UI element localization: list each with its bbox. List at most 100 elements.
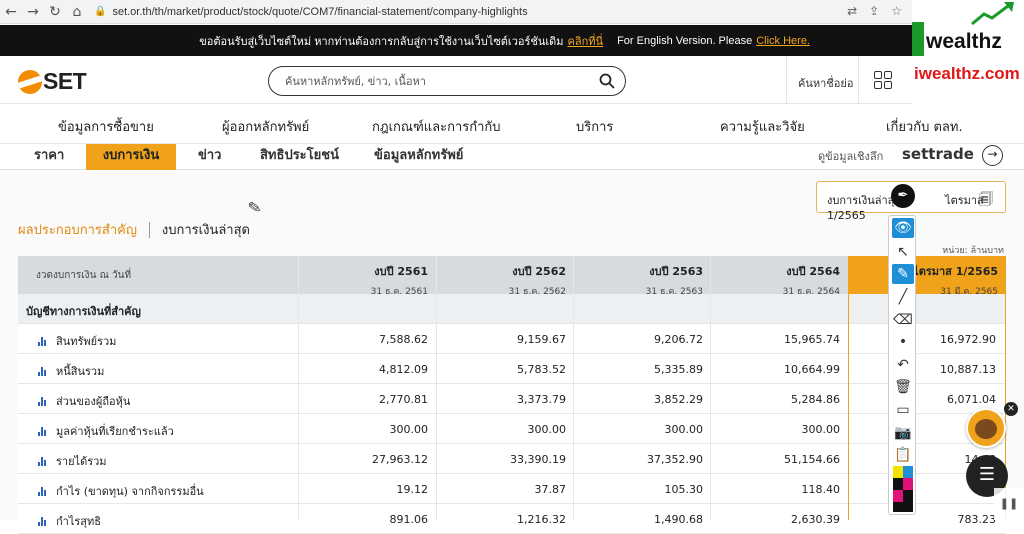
bookmark-icon[interactable]: ☆ bbox=[891, 4, 902, 18]
column-divider bbox=[436, 256, 437, 520]
row-label: สินทรัพย์รวม bbox=[56, 335, 117, 348]
bar-chart-icon[interactable] bbox=[38, 366, 48, 376]
row-name[interactable]: สินทรัพย์รวม bbox=[38, 332, 116, 350]
row-name[interactable]: กำไรสุทธิ bbox=[38, 512, 101, 530]
section-title: บัญชีทางการเงินที่สำคัญ bbox=[26, 305, 141, 318]
undo-icon[interactable]: ↶ bbox=[892, 355, 914, 375]
header-divider bbox=[858, 56, 859, 104]
table-row: สินทรัพย์รวม 7,588.62 9,159.67 9,206.72 15,9… bbox=[18, 324, 1006, 354]
eraser-icon[interactable]: ⌫ bbox=[892, 310, 914, 330]
cell-value: 9,159.67 bbox=[517, 333, 566, 346]
cell-value: 19.12 bbox=[396, 483, 429, 496]
tab-financial-statement[interactable]: งบการเงิน bbox=[86, 144, 176, 170]
search-icon[interactable] bbox=[599, 73, 615, 89]
section-tabs: ผลประกอบการสำคัญ งบการเงินล่าสุด bbox=[18, 219, 250, 240]
banner-english-text: For English Version. Please bbox=[617, 34, 753, 47]
menu-item-services[interactable]: บริการ bbox=[576, 116, 613, 137]
tab-key-results[interactable]: ผลประกอบการสำคัญ bbox=[18, 219, 137, 240]
iwealthz-watermark: wealthz iwealthz.com bbox=[912, 0, 1024, 104]
search-placeholder: ค้นหาหลักทรัพย์, ข่าว, เนื้อหา bbox=[285, 75, 426, 88]
home-icon[interactable]: ⌂ bbox=[66, 4, 88, 20]
table-row: ส่วนของผู้ถือหุ้น 2,770.81 3,373.79 3,852.2… bbox=[18, 384, 1006, 414]
tab-latest-statement[interactable]: งบการเงินล่าสุด bbox=[162, 219, 250, 240]
table-row: หนี้สินรวม 4,812.09 5,783.52 5,335.89 10,664… bbox=[18, 354, 1006, 384]
welcome-banner: ขอต้อนรับสู่เว็บไซต์ใหม่ หากท่านต้องการก… bbox=[0, 25, 912, 56]
menu-item-issuers[interactable]: ผู้ออกหลักทรัพย์ bbox=[222, 116, 309, 137]
tab-news[interactable]: ข่าว bbox=[190, 144, 230, 170]
color-palette-icon[interactable] bbox=[893, 466, 913, 512]
cell-value: 37.87 bbox=[534, 483, 567, 496]
marker-icon[interactable]: ✎ bbox=[892, 264, 914, 284]
cell-value: 37,352.90 bbox=[647, 453, 703, 466]
bar-chart-icon[interactable] bbox=[38, 426, 48, 436]
pause-icon[interactable]: ❚❚ bbox=[994, 488, 1024, 520]
row-label: กำไร (ขาดทุน) จากกิจกรรมอื่น bbox=[56, 485, 204, 498]
column-header: งบปี 2564 31 ธ.ค. 2564 bbox=[782, 265, 840, 297]
row-name[interactable]: ส่วนของผู้ถือหุ้น bbox=[38, 392, 130, 410]
pen-cursor-icon: ✒ bbox=[891, 184, 915, 208]
cell-value: 105.30 bbox=[664, 483, 704, 496]
unit-label: หน่วย: ล้านบาท bbox=[942, 246, 1004, 256]
share-icon[interactable]: ⇪ bbox=[869, 4, 879, 18]
header-label: งวดงบการเงิน ณ วันที่ bbox=[36, 270, 132, 281]
address-bar[interactable]: 🔒 set.or.th/th/market/product/stock/quot… bbox=[94, 6, 528, 18]
main-menu: ข้อมูลการซื้อขาย ผู้ออกหลักทรัพย์ กฎเกณฑ… bbox=[0, 104, 1024, 144]
forward-icon[interactable]: → bbox=[22, 4, 44, 20]
app-grid-icon[interactable] bbox=[874, 71, 892, 89]
arrow-right-icon[interactable]: → bbox=[982, 145, 1003, 166]
cell-value: 5,783.52 bbox=[517, 363, 566, 376]
row-name[interactable]: มูลค่าหุ้นที่เรียกชำระแล้ว bbox=[38, 422, 174, 440]
clipboard-icon[interactable]: 📋 bbox=[892, 445, 914, 465]
reload-icon[interactable]: ↻ bbox=[44, 4, 66, 20]
set-logo[interactable]: SET bbox=[18, 68, 87, 95]
table-row: กำไร (ขาดทุน) จากกิจกรรมอื่น 19.12 37.87 10… bbox=[18, 474, 1006, 504]
tab-divider bbox=[148, 221, 150, 238]
search-input[interactable]: ค้นหาหลักทรัพย์, ข่าว, เนื้อหา bbox=[268, 66, 626, 96]
table-row: รายได้รวม 27,963.12 33,390.19 37,352.90 51,1… bbox=[18, 444, 1006, 474]
cell-value: 10,664.99 bbox=[784, 363, 840, 376]
tab-rights[interactable]: สิทธิประโยชน์ bbox=[252, 144, 347, 170]
cell-value: 118.40 bbox=[801, 483, 841, 496]
dot-icon[interactable]: • bbox=[892, 332, 914, 352]
row-name[interactable]: หนี้สินรวม bbox=[38, 362, 104, 380]
trash-icon[interactable]: 🗑 bbox=[892, 377, 914, 397]
translate-icon[interactable]: ⇄ bbox=[847, 4, 857, 18]
section-row: บัญชีทางการเงินที่สำคัญ bbox=[18, 294, 1006, 324]
close-icon[interactable]: ✕ bbox=[1004, 402, 1018, 416]
menu-item-trading-info[interactable]: ข้อมูลการซื้อขาย bbox=[58, 116, 154, 137]
tab-price[interactable]: ราคา bbox=[26, 144, 72, 170]
quick-symbol-search[interactable]: ค้นหาชื่อย่อ bbox=[798, 74, 853, 92]
cell-value: 2,770.81 bbox=[379, 393, 428, 406]
set-logo-icon bbox=[18, 69, 42, 94]
row-name[interactable]: รายได้รวม bbox=[38, 452, 107, 470]
eye-icon[interactable]: 👁 bbox=[892, 218, 914, 238]
annotation-toolbar: 👁 ↖ ✎ ╱ ⌫ • ↶ 🗑 ▭ 📷 📋 bbox=[888, 215, 916, 515]
column-divider bbox=[710, 256, 711, 520]
settrade-link[interactable]: settrade bbox=[902, 145, 974, 163]
menu-item-regulations[interactable]: กฎเกณฑ์และการกำกับ bbox=[372, 116, 501, 137]
tab-security-info[interactable]: ข้อมูลหลักทรัพย์ bbox=[366, 144, 471, 170]
banner-old-site-link[interactable]: คลิกที่นี่ bbox=[568, 32, 604, 50]
menu-item-knowledge[interactable]: ความรู้และวิจัย bbox=[720, 116, 805, 137]
row-label: รายได้รวม bbox=[56, 455, 107, 468]
cell-value: 51,154.66 bbox=[784, 453, 840, 466]
bar-chart-icon[interactable] bbox=[38, 396, 48, 406]
board-icon[interactable]: ▭ bbox=[892, 400, 914, 420]
bar-chart-icon[interactable] bbox=[38, 516, 48, 526]
pointer-icon[interactable]: ↖ bbox=[892, 242, 914, 262]
bar-chart-icon[interactable] bbox=[38, 486, 48, 496]
mascot-avatar[interactable]: ✕ bbox=[966, 402, 1018, 448]
cell-value: 27,963.12 bbox=[372, 453, 428, 466]
camera-icon[interactable]: 📷 bbox=[892, 423, 914, 443]
back-icon[interactable]: ← bbox=[0, 4, 22, 20]
browser-toolbar: ← → ↻ ⌂ 🔒 set.or.th/th/market/product/st… bbox=[0, 0, 912, 24]
header-divider bbox=[786, 56, 787, 104]
pen-icon[interactable]: ╱ bbox=[892, 287, 914, 307]
document-icon: 🗐 bbox=[979, 192, 993, 208]
menu-item-about-set[interactable]: เกี่ยวกับ ตลท. bbox=[886, 116, 963, 137]
bar-chart-icon[interactable] bbox=[38, 336, 48, 346]
banner-english-link[interactable]: Click Here. bbox=[756, 35, 810, 47]
row-name[interactable]: กำไร (ขาดทุน) จากกิจกรรมอื่น bbox=[38, 482, 204, 500]
bar-chart-icon[interactable] bbox=[38, 456, 48, 466]
cell-value: 33,390.19 bbox=[510, 453, 566, 466]
